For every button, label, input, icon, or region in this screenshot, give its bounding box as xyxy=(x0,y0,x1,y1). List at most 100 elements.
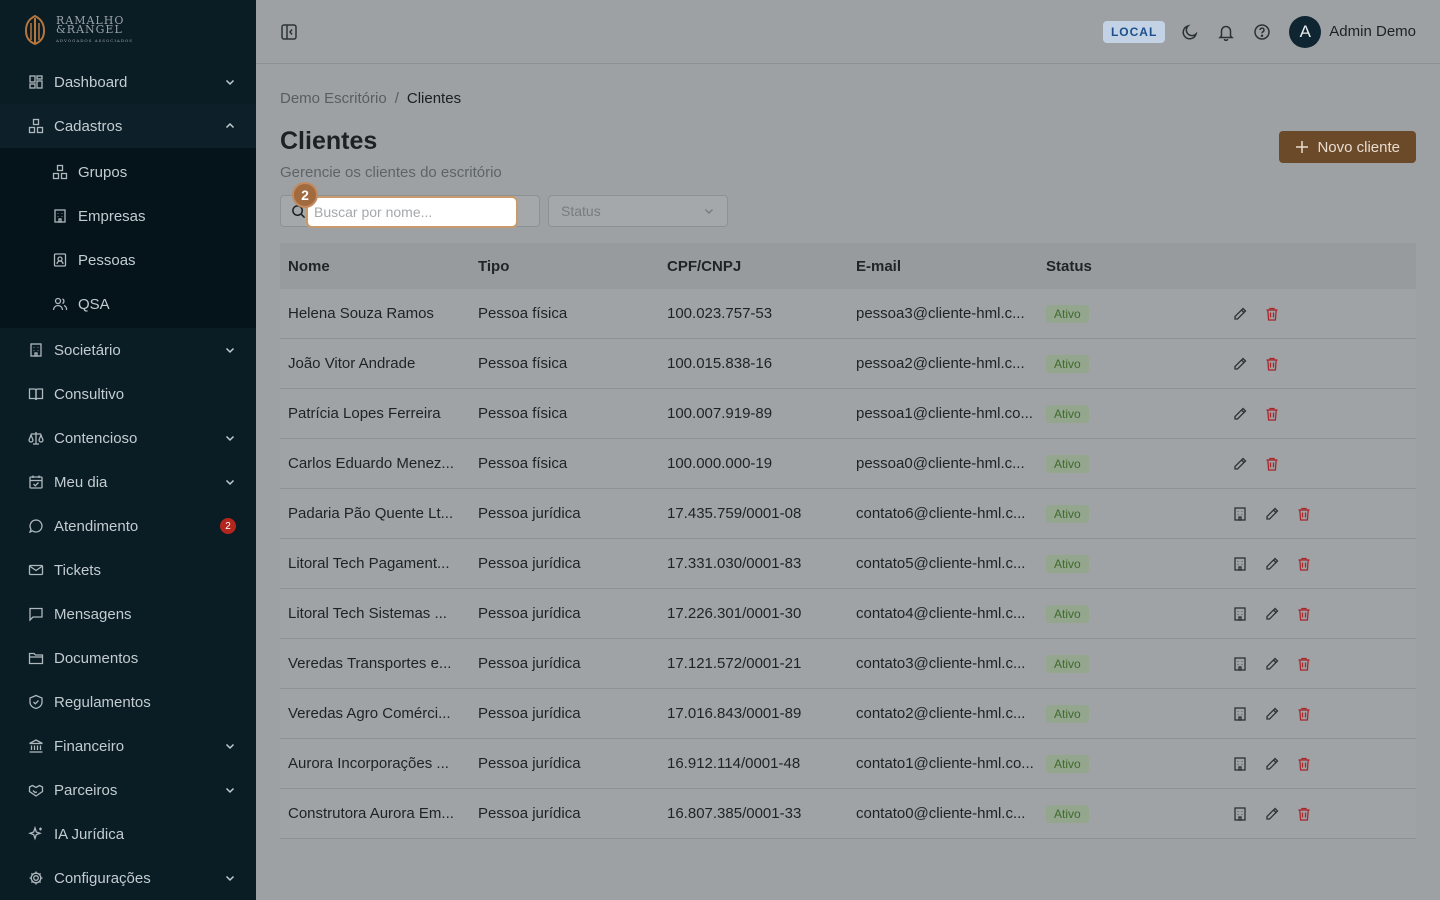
cell-cpf-cnpj: 17.331.030/0001-83 xyxy=(667,555,802,572)
table-row[interactable]: Construtora Aurora Em... Pessoa jurídica 1… xyxy=(280,789,1416,839)
table-row[interactable]: Litoral Tech Sistemas ... Pessoa jurídica… xyxy=(280,589,1416,639)
delete-trash-icon[interactable] xyxy=(1264,356,1280,372)
cell-email: pessoa3@cliente-hml.c... xyxy=(856,305,1025,322)
edit-pencil-icon[interactable] xyxy=(1232,306,1248,322)
sidebar-subitem-empresas[interactable]: Empresas xyxy=(0,194,256,238)
sidebar-item-consultivo[interactable]: Consultivo xyxy=(0,372,256,416)
table-row[interactable]: Veredas Agro Comérci... Pessoa jurídica 17… xyxy=(280,689,1416,739)
sidebar-item-dashboard[interactable]: Dashboard xyxy=(0,60,256,104)
company-building-icon[interactable] xyxy=(1232,656,1248,672)
sidebar-item-atendimento[interactable]: Atendimento 2 xyxy=(0,504,256,548)
table-row[interactable]: Patrícia Lopes Ferreira Pessoa física 100.… xyxy=(280,389,1416,439)
delete-trash-icon[interactable] xyxy=(1296,806,1312,822)
sidebar-item-ia-juridica[interactable]: IA Jurídica xyxy=(0,812,256,856)
title-row: Clientes Gerencie os clientes do escritó… xyxy=(280,127,1416,181)
sidebar-item-configuracoes[interactable]: Configurações xyxy=(0,856,256,900)
sidebar-item-societario[interactable]: Societário xyxy=(0,328,256,372)
topbar: LOCAL A Admin Demo xyxy=(256,0,1440,64)
sidebar-item-parceiros[interactable]: Parceiros xyxy=(0,768,256,812)
sidebar-subitem-qsa[interactable]: QSA xyxy=(0,282,256,326)
user-avatar[interactable]: A xyxy=(1289,15,1322,48)
edit-pencil-icon[interactable] xyxy=(1264,606,1280,622)
edit-pencil-icon[interactable] xyxy=(1264,706,1280,722)
brand-logo[interactable]: RAMALHO &RANGEL ADVOGADOS ASSOCIADOS xyxy=(0,0,256,60)
company-building-icon[interactable] xyxy=(1232,606,1248,622)
help-icon[interactable] xyxy=(1253,23,1271,41)
cell-cpf-cnpj: 17.121.572/0001-21 xyxy=(667,655,802,672)
sidebar-item-label: Tickets xyxy=(54,561,101,579)
status-badge: Ativo xyxy=(1046,354,1089,373)
delete-trash-icon[interactable] xyxy=(1296,556,1312,572)
delete-trash-icon[interactable] xyxy=(1264,456,1280,472)
table-row[interactable]: Litoral Tech Pagament... Pessoa jurídica 1… xyxy=(280,539,1416,589)
edit-pencil-icon[interactable] xyxy=(1264,556,1280,572)
row-actions xyxy=(1228,606,1416,622)
delete-trash-icon[interactable] xyxy=(1264,406,1280,422)
edit-pencil-icon[interactable] xyxy=(1264,756,1280,772)
edit-pencil-icon[interactable] xyxy=(1232,456,1248,472)
status-badge: Ativo xyxy=(1046,454,1089,473)
cell-status: Ativo xyxy=(1038,504,1228,523)
edit-pencil-icon[interactable] xyxy=(1232,356,1248,372)
company-building-icon[interactable] xyxy=(1232,706,1248,722)
edit-pencil-icon[interactable] xyxy=(1264,806,1280,822)
delete-trash-icon[interactable] xyxy=(1296,606,1312,622)
table-row[interactable]: Veredas Transportes e... Pessoa jurídica 1… xyxy=(280,639,1416,689)
cell-nome: Veredas Agro Comérci... xyxy=(288,705,451,722)
sidebar-item-regulamentos[interactable]: Regulamentos xyxy=(0,680,256,724)
status-select[interactable]: Status xyxy=(548,195,728,227)
table-row[interactable]: Padaria Pão Quente Lt... Pessoa jurídica 1… xyxy=(280,489,1416,539)
company-building-icon[interactable] xyxy=(1232,806,1248,822)
sidebar-item-meu-dia[interactable]: Meu dia xyxy=(0,460,256,504)
user-name[interactable]: Admin Demo xyxy=(1329,23,1416,40)
sidebar-subitem-pessoas[interactable]: Pessoas xyxy=(0,238,256,282)
search-input[interactable] xyxy=(306,196,518,228)
table-row[interactable]: Aurora Incorporações ... Pessoa jurídica 1… xyxy=(280,739,1416,789)
edit-pencil-icon[interactable] xyxy=(1264,506,1280,522)
sidebar-item-tickets[interactable]: Tickets xyxy=(0,548,256,592)
cell-nome: Construtora Aurora Em... xyxy=(288,805,454,822)
cell-email: contato6@cliente-hml.c... xyxy=(856,505,1026,522)
table-row[interactable]: João Vitor Andrade Pessoa física 100.015.8… xyxy=(280,339,1416,389)
delete-trash-icon[interactable] xyxy=(1296,656,1312,672)
sidebar-item-label: Consultivo xyxy=(54,385,125,403)
edit-pencil-icon[interactable] xyxy=(1232,406,1248,422)
cell-email: pessoa1@cliente-hml.co... xyxy=(856,405,1033,422)
brand-line-3: ADVOGADOS ASSOCIADOS xyxy=(56,37,134,43)
chevron-up-icon xyxy=(225,122,235,129)
header-tipo[interactable]: Tipo xyxy=(470,258,659,275)
sidebar-item-contencioso[interactable]: Contencioso xyxy=(0,416,256,460)
calendar-icon xyxy=(28,474,44,490)
table-row[interactable]: Helena Souza Ramos Pessoa física 100.023.7… xyxy=(280,289,1416,339)
header-nome[interactable]: Nome xyxy=(280,258,470,275)
sidebar-item-label: IA Jurídica xyxy=(54,825,125,843)
delete-trash-icon[interactable] xyxy=(1296,506,1312,522)
edit-pencil-icon[interactable] xyxy=(1264,656,1280,672)
breadcrumb: Demo Escritório / Clientes xyxy=(280,90,1416,107)
sidebar-item-mensagens[interactable]: Mensagens xyxy=(0,592,256,636)
cell-cpf-cnpj: 16.807.385/0001-33 xyxy=(667,805,802,822)
cell-email: pessoa2@cliente-hml.c... xyxy=(856,355,1025,372)
sidebar-item-documentos[interactable]: Documentos xyxy=(0,636,256,680)
header-cpf-cnpj[interactable]: CPF/CNPJ xyxy=(659,258,848,275)
notifications-bell-icon[interactable] xyxy=(1217,23,1235,41)
company-building-icon[interactable] xyxy=(1232,756,1248,772)
delete-trash-icon[interactable] xyxy=(1296,756,1312,772)
row-actions xyxy=(1228,356,1416,372)
sidebar-item-financeiro[interactable]: Financeiro xyxy=(0,724,256,768)
sidebar-item-cadastros[interactable]: Cadastros xyxy=(0,104,256,148)
theme-toggle-moon-icon[interactable] xyxy=(1181,23,1199,41)
company-building-icon[interactable] xyxy=(1232,556,1248,572)
breadcrumb-root[interactable]: Demo Escritório xyxy=(280,90,387,107)
table-row[interactable]: Carlos Eduardo Menez... Pessoa física 100.… xyxy=(280,439,1416,489)
delete-trash-icon[interactable] xyxy=(1296,706,1312,722)
row-actions xyxy=(1228,556,1416,572)
status-badge: Ativo xyxy=(1046,804,1089,823)
header-email[interactable]: E-mail xyxy=(848,258,1038,275)
delete-trash-icon[interactable] xyxy=(1264,306,1280,322)
header-status[interactable]: Status xyxy=(1038,258,1228,275)
sidebar-toggle-icon[interactable] xyxy=(280,23,298,41)
company-building-icon[interactable] xyxy=(1232,506,1248,522)
new-client-button[interactable]: Novo cliente xyxy=(1279,131,1416,163)
sidebar-subitem-grupos[interactable]: Grupos xyxy=(0,150,256,194)
